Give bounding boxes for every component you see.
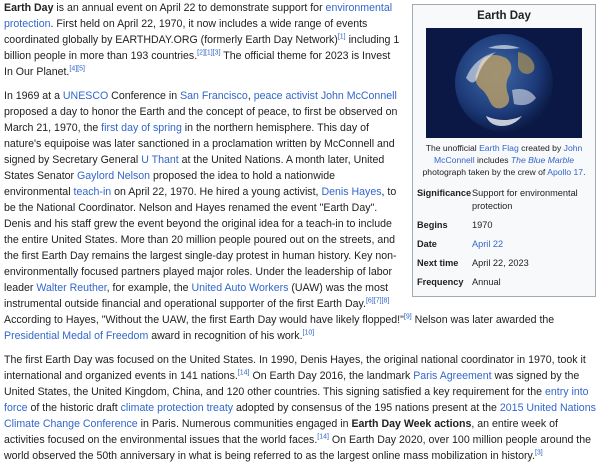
text: According to Hayes, "Without the UAW, th… bbox=[4, 314, 404, 326]
citation[interactable]: [4][5] bbox=[69, 65, 85, 72]
infobox-row-date: Date April 22 bbox=[417, 235, 591, 254]
citation[interactable]: [9] bbox=[404, 313, 412, 320]
infobox: Earth Day The unofficial Earth Flag crea… bbox=[412, 4, 596, 297]
earth-day-week-actions: Earth Day Week actions bbox=[351, 418, 472, 430]
john-mcconnell-link[interactable]: John McConnell bbox=[321, 90, 397, 102]
caption-text: created by bbox=[518, 143, 564, 153]
citation[interactable]: [14] bbox=[317, 433, 329, 440]
teach-in-link[interactable]: teach-in bbox=[74, 186, 112, 198]
article-subject: Earth Day bbox=[4, 2, 54, 14]
article-body: Earth Day The unofficial Earth Flag crea… bbox=[4, 0, 596, 472]
citation[interactable]: [14] bbox=[238, 369, 250, 376]
caption-text: includes bbox=[474, 155, 511, 165]
peace-activist-link[interactable]: peace activist bbox=[254, 90, 318, 102]
april-22-link[interactable]: April 22 bbox=[472, 239, 503, 249]
infobox-title: Earth Day bbox=[477, 10, 531, 22]
caption-text: The unofficial bbox=[425, 143, 480, 153]
blue-marble-link[interactable]: The Blue Marble bbox=[511, 155, 574, 165]
presidential-medal-link[interactable]: Presidential Medal of Freedom bbox=[4, 330, 148, 342]
paragraph-international: The first Earth Day was focused on the U… bbox=[4, 352, 596, 464]
citation[interactable]: [1] bbox=[338, 33, 346, 40]
infobox-value: Support for environmental protection bbox=[472, 188, 578, 211]
infobox-value: Annual bbox=[472, 277, 501, 287]
text: in Paris. Numerous communities engaged i… bbox=[137, 418, 352, 430]
text: adopted by consensus of the 195 nations … bbox=[233, 402, 500, 414]
text: . First held on April 22, 1970, it now i… bbox=[4, 18, 368, 46]
walter-reuther-link[interactable]: Walter Reuther bbox=[36, 282, 106, 294]
citation[interactable]: [10] bbox=[303, 329, 315, 336]
citation[interactable]: [6][7][8] bbox=[366, 297, 389, 304]
infobox-caption: The unofficial Earth Flag created by Joh… bbox=[417, 138, 591, 184]
infobox-row-next-time: Next time April 22, 2023 bbox=[417, 254, 591, 273]
climate-protection-treaty-link[interactable]: climate protection treaty bbox=[121, 402, 233, 414]
san-francisco-link[interactable]: San Francisco bbox=[180, 90, 248, 102]
text: of the historic draft bbox=[27, 402, 121, 414]
earth-flag-image[interactable] bbox=[426, 28, 582, 138]
infobox-label: Date bbox=[417, 239, 437, 249]
caption-text: photograph taken by the crew of bbox=[422, 167, 548, 177]
text: , for example, the bbox=[106, 282, 192, 294]
u-thant-link[interactable]: U Thant bbox=[141, 154, 179, 166]
text: is an annual event on April 22 to demons… bbox=[53, 2, 326, 14]
infobox-row-begins: Begins 1970 bbox=[417, 216, 591, 235]
infobox-value: April 22 bbox=[472, 238, 591, 251]
infobox-value: 1970 bbox=[472, 220, 493, 230]
infobox-row-significance: Significance Support for environmental p… bbox=[417, 184, 591, 216]
caption-text: . bbox=[583, 167, 586, 177]
paris-agreement-link[interactable]: Paris Agreement bbox=[413, 370, 491, 382]
text: Conference in bbox=[108, 90, 181, 102]
infobox-label: Begins bbox=[417, 220, 448, 230]
infobox-label: Next time bbox=[417, 258, 459, 268]
infobox-value: April 22, 2023 bbox=[472, 258, 529, 268]
infobox-label: Frequency bbox=[417, 277, 464, 287]
apollo-17-link[interactable]: Apollo 17 bbox=[547, 167, 583, 177]
text: On Earth Day 2016, the landmark bbox=[249, 370, 414, 382]
infobox-row-frequency: Frequency Annual bbox=[417, 273, 591, 292]
text: award in recognition of his work. bbox=[148, 330, 303, 342]
gaylord-nelson-link[interactable]: Gaylord Nelson bbox=[77, 170, 150, 182]
blue-marble-label: The Blue Marble bbox=[510, 155, 574, 165]
united-auto-workers-link[interactable]: United Auto Workers bbox=[191, 282, 288, 294]
infobox-label: Significance bbox=[417, 188, 472, 198]
earth-flag-link[interactable]: Earth Flag bbox=[479, 143, 519, 153]
text: In 1969 at a bbox=[4, 90, 63, 102]
citation[interactable]: [2][1][3] bbox=[197, 49, 220, 56]
denis-hayes-link[interactable]: Denis Hayes bbox=[321, 186, 381, 198]
text: Nelson was later awarded the bbox=[411, 314, 555, 326]
first-day-of-spring-link[interactable]: first day of spring bbox=[101, 122, 182, 134]
unesco-link[interactable]: UNESCO bbox=[63, 90, 108, 102]
citation[interactable]: [3] bbox=[535, 449, 543, 456]
text: , to be the National Coordinator. Nelson… bbox=[4, 186, 397, 294]
text: on April 22, 1970. He hired a young acti… bbox=[111, 186, 322, 198]
